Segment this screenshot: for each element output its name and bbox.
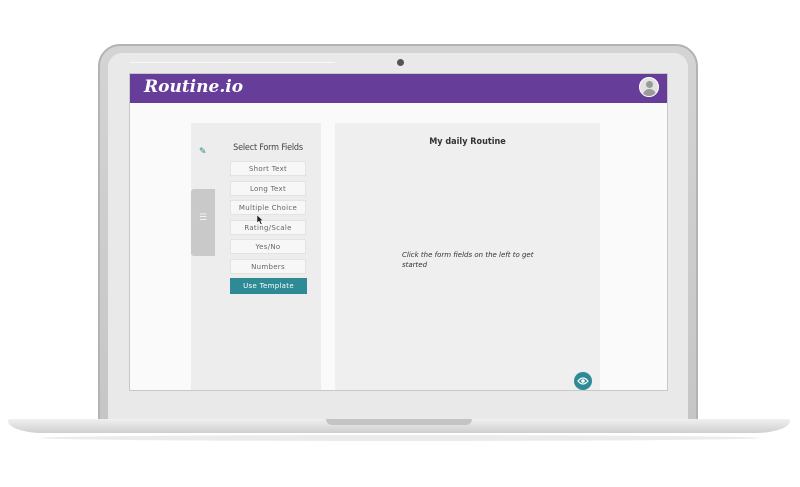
field-long-text-button[interactable]: Long Text <box>230 181 306 196</box>
mouse-cursor-icon <box>257 215 264 225</box>
field-yes-no-button[interactable]: Yes/No <box>230 239 306 254</box>
side-rail: ✎ ☰ <box>191 123 215 390</box>
form-title[interactable]: My daily Routine <box>335 137 600 147</box>
preview-button[interactable] <box>574 372 592 390</box>
user-avatar-icon[interactable] <box>639 77 659 97</box>
field-multiple-choice-button[interactable]: Multiple Choice <box>230 200 306 215</box>
field-numbers-button[interactable]: Numbers <box>230 259 306 274</box>
brand-logo[interactable]: Routine.io <box>144 77 243 97</box>
empty-state-hint: Click the form fields on the left to get… <box>402 251 534 269</box>
field-short-text-button[interactable]: Short Text <box>230 161 306 176</box>
app-screen: Routine.io ✎ ☰ Select Form Fields Short … <box>129 73 668 391</box>
field-rating-scale-button[interactable]: Rating/Scale <box>230 220 306 235</box>
form-canvas[interactable]: My daily Routine Click the form fields o… <box>335 123 600 390</box>
screen-glare <box>130 62 335 63</box>
top-bar: Routine.io <box>130 74 667 103</box>
fields-panel-title: Select Form Fields <box>233 143 303 153</box>
laptop-base-notch <box>326 419 472 425</box>
laptop-shadow <box>40 435 760 441</box>
avatar-head <box>646 81 653 88</box>
webcam <box>397 59 404 66</box>
eye-icon <box>577 377 589 385</box>
use-template-button[interactable]: Use Template <box>230 278 307 294</box>
pencil-icon[interactable]: ✎ <box>199 147 207 157</box>
avatar-shoulders <box>643 89 656 96</box>
form-fields-panel: Select Form Fields Short Text Long Text … <box>215 123 321 390</box>
list-icon[interactable]: ☰ <box>199 214 207 223</box>
